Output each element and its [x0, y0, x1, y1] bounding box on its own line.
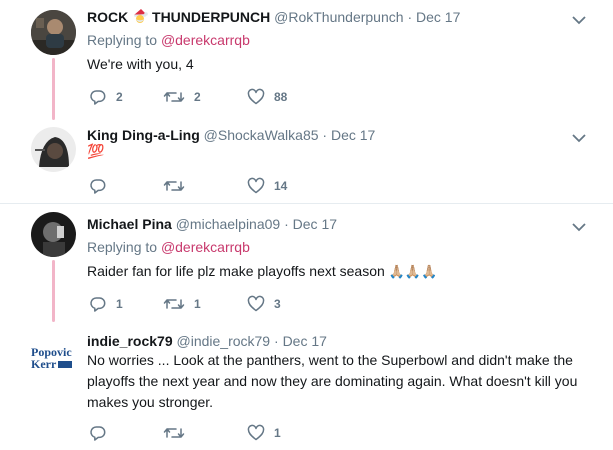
- chevron-down-icon[interactable]: [572, 12, 586, 25]
- retweet-icon: [163, 299, 185, 309]
- reply-button[interactable]: [89, 177, 116, 195]
- chevron-down-icon[interactable]: [572, 130, 586, 143]
- replying-to: Replying to @derekcarrqb: [87, 31, 250, 49]
- thread-line: [52, 58, 55, 120]
- separator-dot: ·: [274, 333, 279, 349]
- tweet-text: We're with you, 4: [87, 56, 194, 72]
- tweet-header: Michael Pina @michaelpina09 · Dec 17: [87, 215, 337, 233]
- user-handle[interactable]: @indie_rock79: [177, 333, 271, 349]
- like-button[interactable]: 1: [247, 424, 281, 442]
- reply-icon: [90, 297, 106, 312]
- tweet-date[interactable]: Dec 17: [416, 9, 460, 25]
- reply-button[interactable]: 1: [89, 295, 123, 313]
- replying-label: Replying to: [87, 239, 158, 255]
- reply-count: 2: [116, 90, 123, 104]
- retweet-count: 2: [194, 90, 201, 104]
- tweet-date[interactable]: Dec 17: [293, 216, 337, 232]
- chevron-down-icon[interactable]: [572, 219, 586, 232]
- like-count: 1: [274, 426, 281, 440]
- mention-link[interactable]: @derekcarrqb: [161, 32, 250, 48]
- tweet-text: 💯: [87, 143, 105, 159]
- reply-icon: [90, 179, 106, 194]
- reply-icon: [90, 426, 106, 441]
- reply-count: 1: [116, 297, 123, 311]
- tweet-date[interactable]: Dec 17: [283, 333, 327, 349]
- avatar[interactable]: Popovic Kerr: [31, 336, 76, 381]
- display-name[interactable]: Michael Pina: [87, 216, 172, 232]
- tweet-rokthunderpunch[interactable]: ROCK THUNDERPUNCH @RokThunderpunch · Dec…: [0, 0, 613, 120]
- praying-hands-emoji: 🙏🏼🙏🏼🙏🏼: [388, 264, 438, 279]
- tweet-header: ROCK THUNDERPUNCH @RokThunderpunch · Dec…: [87, 8, 460, 26]
- tweet-text: No worries ... Look at the panthers, wen…: [87, 352, 578, 410]
- reply-button[interactable]: 2: [89, 88, 123, 106]
- thread-line: [52, 260, 55, 322]
- display-name-suffix[interactable]: THUNDERPUNCH: [152, 9, 270, 25]
- replying-to: Replying to @derekcarrqb: [87, 238, 250, 256]
- retweet-button[interactable]: [163, 424, 194, 442]
- tweet-indie-rock79[interactable]: Popovic Kerr indie_rock79 @indie_rock79 …: [0, 322, 613, 450]
- avatar-badge: [58, 360, 73, 368]
- separator-dot: ·: [284, 216, 289, 232]
- user-handle[interactable]: @michaelpina09: [176, 216, 281, 232]
- tweet-shockawalka85[interactable]: King Ding-a-Ling @ShockaWalka85 · Dec 17…: [0, 120, 613, 202]
- like-button[interactable]: 88: [247, 88, 287, 106]
- replying-label: Replying to: [87, 32, 158, 48]
- avatar[interactable]: [31, 127, 76, 172]
- like-button[interactable]: 3: [247, 295, 281, 313]
- retweet-icon: [163, 428, 185, 438]
- reply-button[interactable]: [89, 424, 116, 442]
- heart-icon: [247, 424, 265, 441]
- santa-emoji: [132, 8, 148, 23]
- retweet-button[interactable]: [163, 177, 194, 195]
- avatar[interactable]: [31, 212, 76, 257]
- tweet-header: indie_rock79 @indie_rock79 · Dec 17: [87, 332, 327, 350]
- retweet-icon: [163, 181, 185, 191]
- tweet-text: Raider fan for life plz make playoffs ne…: [87, 261, 587, 282]
- like-count: 3: [274, 297, 281, 311]
- like-count: 88: [274, 90, 288, 104]
- separator-dot: ·: [407, 9, 413, 25]
- tweet-text-body: Raider fan for life plz make playoffs ne…: [87, 263, 385, 279]
- mention-link[interactable]: @derekcarrqb: [161, 239, 250, 255]
- retweet-icon: [163, 92, 185, 102]
- user-handle[interactable]: @RokThunderpunch: [274, 9, 403, 25]
- display-name[interactable]: ROCK: [87, 9, 128, 25]
- heart-icon: [247, 177, 265, 194]
- like-button[interactable]: 14: [247, 177, 287, 195]
- heart-icon: [247, 295, 265, 312]
- retweet-count: 1: [194, 297, 201, 311]
- avatar[interactable]: [31, 10, 76, 55]
- retweet-button[interactable]: 1: [163, 295, 201, 313]
- display-name[interactable]: indie_rock79: [87, 333, 173, 349]
- like-count: 14: [274, 179, 288, 193]
- heart-icon: [247, 88, 265, 105]
- tweet-michaelpina09[interactable]: Michael Pina @michaelpina09 · Dec 17 Rep…: [0, 204, 613, 322]
- avatar-text-kerr: Kerr: [31, 357, 57, 371]
- reply-icon: [90, 90, 106, 105]
- retweet-button[interactable]: 2: [163, 88, 201, 106]
